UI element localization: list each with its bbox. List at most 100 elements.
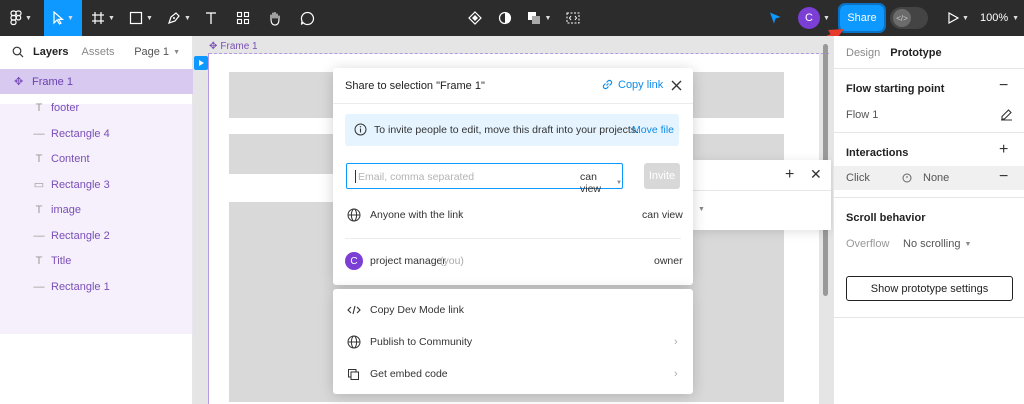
create-component-button[interactable] (464, 0, 486, 36)
frame-name: Frame 1 (220, 41, 258, 52)
layer-content[interactable]: T Content (0, 146, 193, 171)
member-role: owner (654, 255, 683, 267)
components-icon (236, 11, 250, 25)
right-panel-tabs: Design Prototype (846, 47, 942, 59)
overflow-select[interactable]: No scrolling ▼ (903, 238, 971, 250)
link-access-label: Anyone with the link (370, 209, 464, 221)
interaction-row[interactable]: Click None − (834, 166, 1024, 190)
layer-footer[interactable]: T footer (0, 95, 193, 120)
contrast-icon (498, 11, 512, 25)
hand-icon (270, 11, 280, 26)
dialog-divider (333, 103, 693, 104)
layer-rectangle-4[interactable]: — Rectangle 4 (0, 121, 193, 146)
layer-title[interactable]: T Title (0, 248, 193, 273)
link-permission[interactable]: can view (642, 209, 683, 221)
link-access-row[interactable]: Anyone with the link ▼ can view (333, 205, 693, 225)
globe-icon (347, 208, 361, 222)
page-selector[interactable]: Page 1 (134, 46, 169, 58)
interactions-title: Interactions (846, 147, 909, 159)
search-icon[interactable] (12, 46, 24, 58)
layer-name: image (51, 203, 81, 216)
tab-prototype[interactable]: Prototype (890, 47, 941, 59)
dev-mode-toggle[interactable]: </> (890, 7, 928, 29)
layer-frame-1[interactable]: ✥ Frame 1 (0, 69, 193, 94)
tab-layers[interactable]: Layers (33, 46, 68, 58)
copy-link-label: Copy link (618, 78, 664, 91)
line-icon: — (33, 229, 45, 242)
layer-rectangle-2[interactable]: — Rectangle 2 (0, 223, 193, 248)
text-cursor (355, 170, 356, 183)
zoom-level: 100% (980, 12, 1009, 24)
scroll-behavior-title: Scroll behavior (846, 212, 926, 224)
chevron-down-icon: ▼ (173, 48, 180, 56)
layer-rectangle-1[interactable]: — Rectangle 1 (0, 274, 193, 299)
layer-rectangle-3[interactable]: ▭ Rectangle 3 (0, 172, 193, 197)
member-name: project manager (370, 255, 446, 267)
section-divider (834, 132, 1024, 133)
chevron-right-icon: › (674, 336, 678, 348)
dev-handoff-button[interactable] (562, 0, 584, 36)
add-interaction-icon[interactable]: + (999, 141, 1008, 159)
popup-divider (693, 190, 831, 191)
copy-icon (348, 368, 359, 380)
zoom-menu[interactable]: 100% ▼ (980, 0, 1019, 36)
link-icon (602, 79, 613, 90)
remove-interaction-icon[interactable]: − (999, 168, 1008, 186)
main-menu-button[interactable]: ▼ (4, 0, 38, 36)
dialog-title: Share to selection "Frame 1" (345, 80, 485, 92)
email-field[interactable]: Email, comma separated can view ▼ (346, 163, 623, 195)
copy-dev-mode-link-item[interactable]: Copy Dev Mode link (333, 300, 693, 320)
close-icon[interactable]: ✕ (810, 166, 822, 183)
chevron-down-icon: ▼ (962, 14, 969, 22)
text-tool-button[interactable] (200, 0, 222, 36)
prototype-settings-button[interactable]: Show prototype settings (846, 276, 1013, 301)
overflow-label: Overflow (846, 238, 890, 250)
layer-name: Title (51, 254, 72, 267)
mask-button[interactable] (494, 0, 516, 36)
tab-assets[interactable]: Assets (81, 46, 114, 58)
dev-mode-link-label: Copy Dev Mode link (370, 304, 464, 316)
layer-name: footer (51, 101, 80, 114)
flow-name[interactable]: Flow 1 (846, 109, 878, 121)
invite-button[interactable]: Invite (644, 163, 680, 189)
settings-button-label: Show prototype settings (870, 282, 989, 295)
chevron-down-icon: ▼ (1012, 14, 1020, 22)
layer-image[interactable]: T image (0, 197, 193, 222)
resources-button[interactable] (232, 0, 254, 36)
frame-tool-button[interactable]: ▼ (86, 0, 120, 36)
close-icon[interactable] (671, 80, 682, 91)
tab-design[interactable]: Design (846, 47, 880, 59)
chevron-down-icon: ▼ (698, 206, 705, 213)
minus-icon[interactable]: − (999, 77, 1008, 95)
member-you: (you) (440, 255, 464, 267)
flow-start-marker[interactable] (194, 56, 208, 70)
play-icon (199, 60, 204, 66)
rectangle-icon (129, 11, 143, 25)
hand-tool-button[interactable] (264, 0, 286, 36)
line-icon: — (33, 127, 45, 140)
interaction-trigger: Click (846, 172, 870, 184)
present-button[interactable]: ▼ (944, 0, 972, 36)
frame-label[interactable]: ✥ Frame 1 (209, 41, 258, 52)
boolean-button[interactable]: ▼ (526, 0, 552, 36)
shape-tool-button[interactable]: ▼ (124, 0, 158, 36)
add-icon[interactable]: + (785, 166, 794, 184)
code-icon (566, 12, 580, 24)
move-tool-button[interactable]: ▼ (44, 0, 82, 36)
edit-icon[interactable] (1000, 108, 1013, 121)
permission-select[interactable]: can view ▼ (580, 171, 622, 195)
chevron-down-icon: ▼ (184, 14, 191, 22)
embed-code-item[interactable]: Get embed code › (333, 364, 693, 384)
move-file-link[interactable]: Move file (632, 124, 674, 136)
publish-community-item[interactable]: Publish to Community › (333, 332, 693, 352)
text-icon: T (35, 254, 43, 267)
frame-icon: ✥ (209, 41, 218, 52)
comment-tool-button[interactable] (296, 0, 318, 36)
frame-icon (92, 12, 105, 24)
copy-link-button[interactable]: Copy link (601, 78, 663, 91)
left-panel-tabs: Layers Assets Page 1 ▼ (0, 36, 192, 68)
pen-tool-button[interactable]: ▼ (162, 0, 196, 36)
chevron-down-icon: ▼ (616, 180, 622, 186)
flow-starting-point-title: Flow starting point (846, 83, 945, 95)
chevron-down-icon: ▼ (544, 14, 552, 22)
